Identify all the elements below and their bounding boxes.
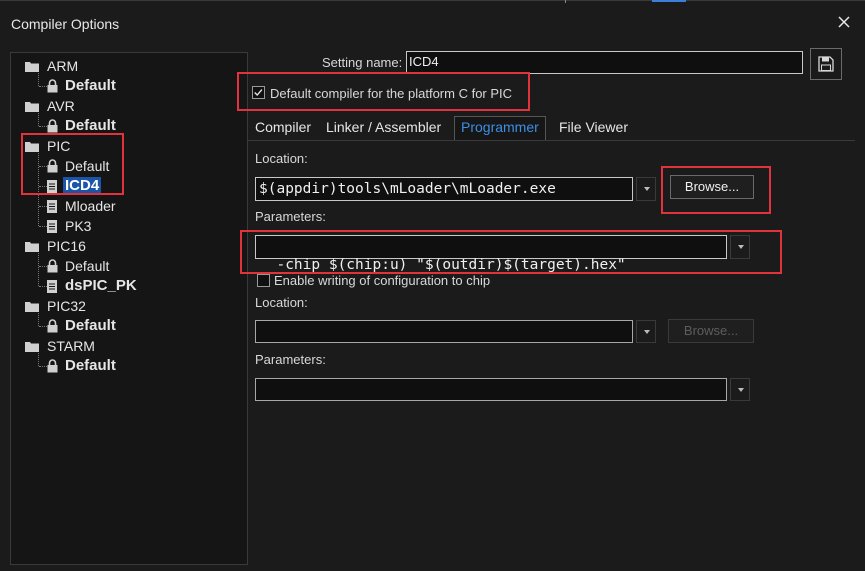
location2-dropdown-button[interactable] xyxy=(636,320,656,343)
tree-group-label: AVR xyxy=(47,98,75,114)
tree-item-label: Default xyxy=(65,77,116,94)
highlight-pic-group xyxy=(21,133,124,195)
highlight-default-compiler xyxy=(237,72,530,111)
tab-programmer[interactable]: Programmer xyxy=(454,116,546,141)
lock-icon xyxy=(47,319,58,333)
location-dropdown-button[interactable] xyxy=(636,177,656,201)
tree-guide xyxy=(39,86,47,87)
tree-item-label: Default xyxy=(65,258,110,274)
tree-item-label: Default xyxy=(65,357,116,374)
top-border xyxy=(0,0,865,1)
enable-config-checkbox[interactable] xyxy=(257,274,270,287)
close-icon[interactable] xyxy=(834,12,854,32)
location2-label: Location: xyxy=(255,295,308,310)
folder-icon xyxy=(25,102,39,112)
lock-icon xyxy=(47,359,58,373)
setting-name-label: Setting name: xyxy=(322,55,403,70)
tab-compiler[interactable]: Compiler xyxy=(255,119,311,135)
tree-item-label: Default xyxy=(65,317,116,334)
title-bar-mark xyxy=(565,0,566,3)
lock-icon xyxy=(47,259,58,273)
tab-linker-assembler[interactable]: Linker / Assembler xyxy=(326,119,441,135)
folder-icon xyxy=(25,302,39,312)
title-bar-accent xyxy=(652,0,686,2)
folder-icon xyxy=(25,62,39,72)
parameters-label: Parameters: xyxy=(255,209,326,224)
document-icon xyxy=(47,280,57,293)
tree-guide xyxy=(39,286,47,287)
setting-name-value: ICD4 xyxy=(409,54,439,69)
enable-config-label: Enable writing of configuration to chip xyxy=(274,273,491,288)
tree-guide xyxy=(39,326,47,327)
document-icon xyxy=(47,220,57,233)
tree-group-label: PIC32 xyxy=(47,298,86,314)
tree-guide xyxy=(39,126,47,127)
tree-item-label: dsPIC_PK xyxy=(65,277,137,294)
setting-name-field[interactable]: ICD4 xyxy=(406,51,803,74)
floppy-disk-icon xyxy=(818,56,834,72)
tab-file-viewer[interactable]: File Viewer xyxy=(559,119,628,135)
document-icon xyxy=(47,200,57,213)
compiler-tree[interactable]: ARM Default AVR Default PIC Default ICD4… xyxy=(10,52,248,565)
window-title: Compiler Options xyxy=(11,16,120,32)
browse2-button[interactable]: Browse... xyxy=(668,319,754,343)
tree-item-label: PK3 xyxy=(65,218,92,234)
tab-strip-divider xyxy=(247,140,855,141)
parameters2-dropdown-button[interactable] xyxy=(730,378,750,401)
highlight-browse xyxy=(661,166,771,214)
location-value: $(appdir)tools\mLoader\mLoader.exe xyxy=(259,181,556,197)
parameters2-field[interactable] xyxy=(255,378,727,401)
folder-icon xyxy=(25,342,39,352)
tree-guide xyxy=(39,366,47,367)
lock-icon xyxy=(47,79,58,93)
tree-group-label: ARM xyxy=(47,58,79,74)
tree-guide xyxy=(39,266,47,267)
tree-group-label: PIC16 xyxy=(47,238,86,254)
tree-guide xyxy=(39,206,47,207)
parameters2-label: Parameters: xyxy=(255,352,326,367)
tree-group-label: STARM xyxy=(47,338,95,354)
location-field[interactable]: $(appdir)tools\mLoader\mLoader.exe xyxy=(255,177,633,201)
lock-icon xyxy=(47,119,58,133)
folder-icon xyxy=(25,242,39,252)
location-label: Location: xyxy=(255,151,308,166)
highlight-parameters xyxy=(240,230,782,274)
save-button[interactable] xyxy=(810,48,842,80)
tree-guide xyxy=(39,226,47,227)
tree-item-label: Mloader xyxy=(65,198,116,214)
location2-field[interactable] xyxy=(255,320,633,343)
